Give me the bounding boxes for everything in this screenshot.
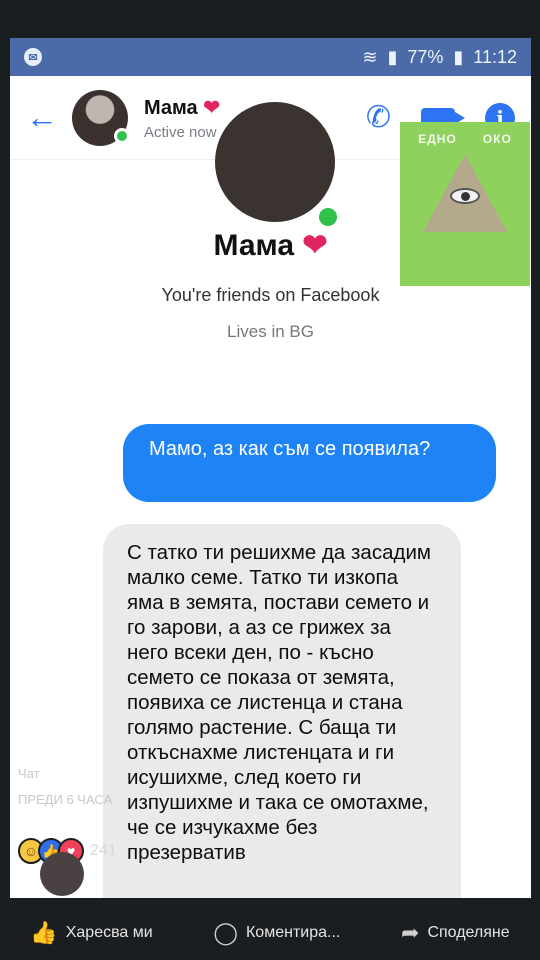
online-indicator	[315, 204, 341, 230]
poster-avatar[interactable]	[40, 852, 84, 896]
share-button[interactable]: ➦ Споделяне	[401, 920, 510, 946]
avatar[interactable]	[72, 89, 130, 146]
eye-icon	[450, 188, 480, 204]
online-indicator	[114, 127, 130, 144]
comment-icon: ◯	[213, 919, 238, 945]
battery-level: 77%	[407, 46, 444, 67]
pyramid-eye-icon	[423, 154, 507, 232]
message-incoming[interactable]: С татко ти решихме да засадим малко семе…	[103, 524, 461, 898]
message-outgoing[interactable]: Мамо, аз как съм се появила?	[123, 424, 496, 502]
clock: 11:12	[473, 46, 517, 67]
wifi-icon: ≋	[362, 46, 378, 67]
like-button[interactable]: 👍 Харесва ми	[30, 920, 152, 946]
post-action-bar: 👍 Харесва ми ◯ Коментира... ➦ Споделяне	[0, 905, 540, 960]
friends-note: You're friends on Facebook	[161, 285, 380, 305]
share-icon: ➦	[401, 919, 420, 945]
heart-icon: ❤	[302, 229, 328, 262]
comment-button[interactable]: ◯ Коментира...	[213, 920, 340, 946]
profile-photo	[215, 102, 335, 222]
post-time: ПРЕДИ 6 ЧАСА	[18, 792, 113, 807]
thumbs-up-icon: 👍	[30, 919, 58, 945]
arrow-left-icon[interactable]: ←	[26, 99, 72, 136]
signal-icon: ▮	[387, 46, 398, 67]
status-bar: ✉ ≋ ▮ 77% ▮ 11:12	[10, 38, 531, 76]
phone-icon[interactable]: ✆	[366, 100, 391, 135]
battery-icon: ▮	[453, 46, 464, 67]
reaction-count: 241	[90, 842, 117, 859]
heart-icon: ❤	[203, 96, 221, 119]
messenger-notification-icon: ✉	[24, 48, 42, 66]
chat-label: Чат	[18, 766, 40, 781]
watermark-logo: ЕДНО ОКО	[400, 122, 530, 286]
location-note: Lives in BG	[227, 322, 314, 341]
